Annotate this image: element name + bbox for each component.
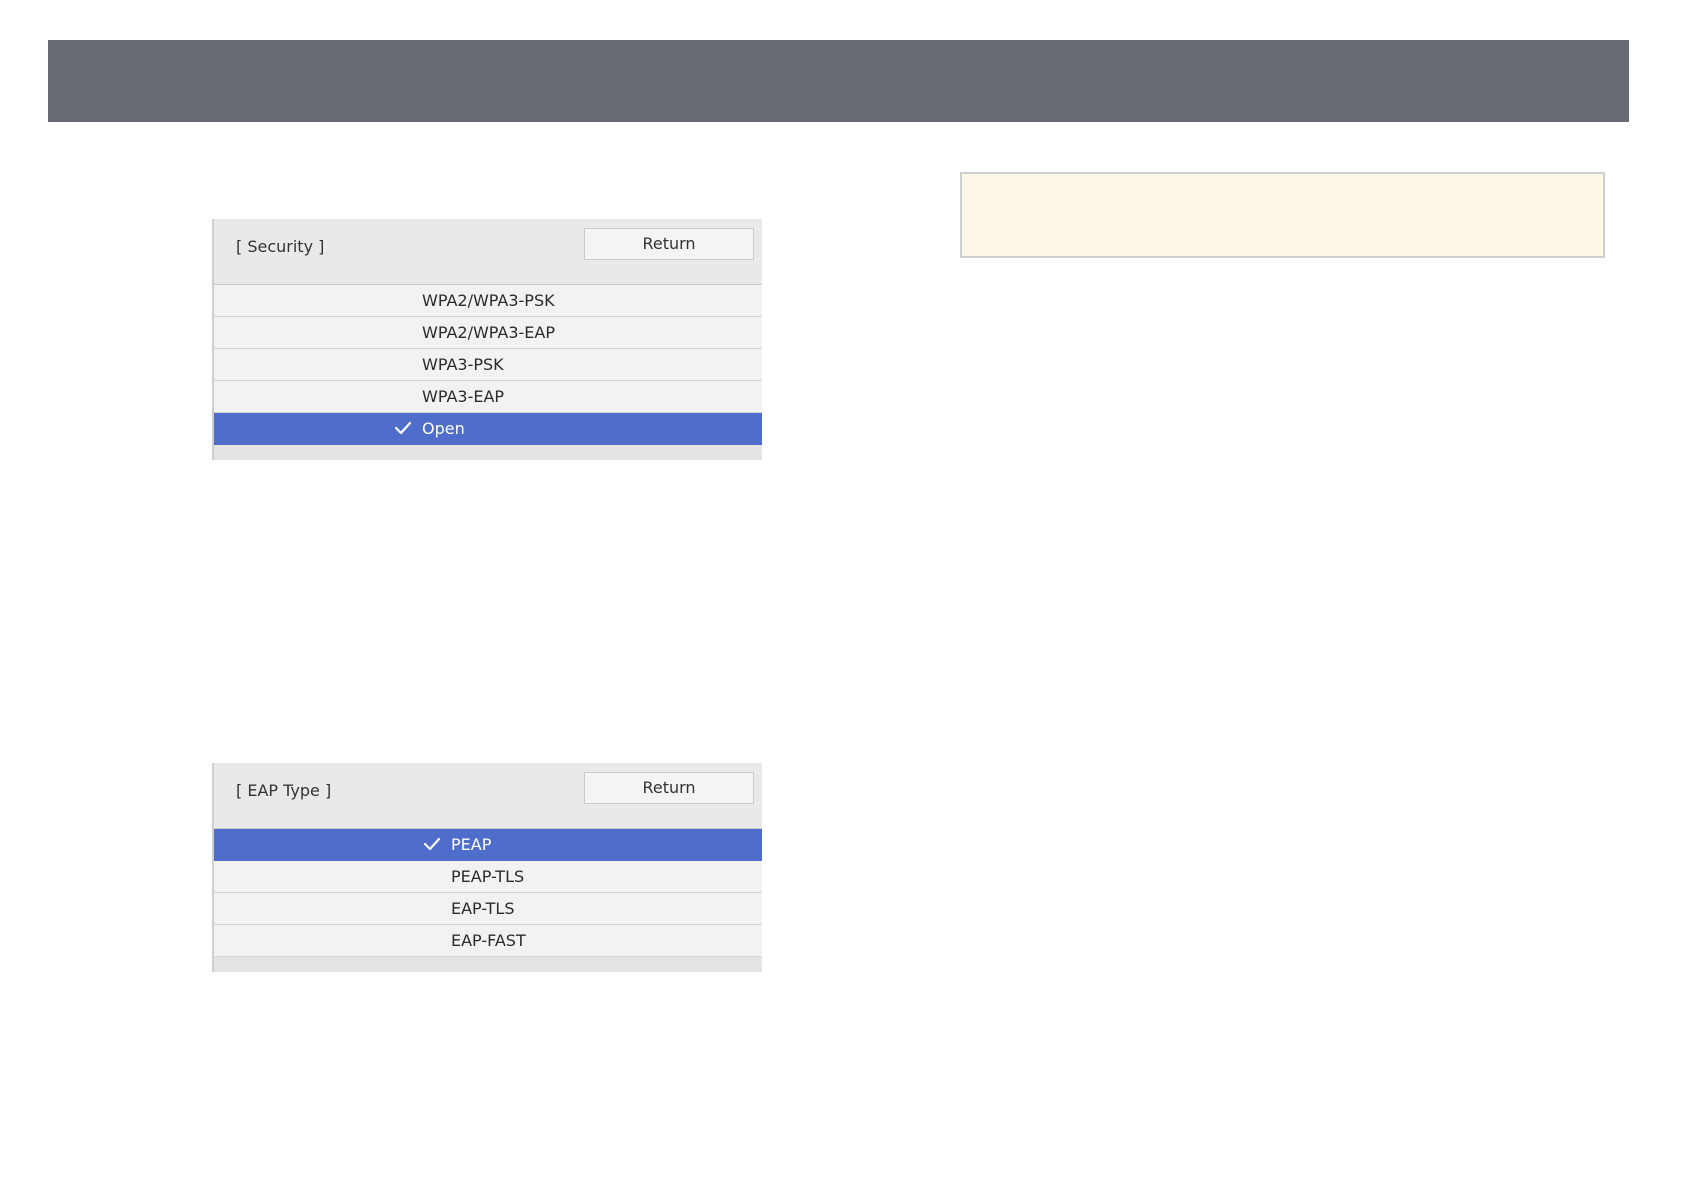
security-menu-panel: [ Security ] Return WPA2/WPA3-PSK WPA2/W… <box>212 219 762 460</box>
security-menu-title: [ Security ] <box>236 237 325 256</box>
eap-type-option-peap-tls[interactable]: PEAP-TLS <box>214 861 762 893</box>
manual-page: [ Security ] Return WPA2/WPA3-PSK WPA2/W… <box>0 0 1684 1190</box>
eap-type-menu-header: [ EAP Type ] Return <box>214 763 762 829</box>
eap-type-option-label: PEAP <box>451 835 492 854</box>
security-option-label: WPA2/WPA3-EAP <box>422 323 556 342</box>
checkmark-icon <box>423 837 441 851</box>
page-header-bar <box>48 40 1629 122</box>
note-box <box>960 172 1605 258</box>
eap-type-return-button[interactable]: Return <box>584 772 754 804</box>
eap-type-option-list: PEAP PEAP-TLS EAP-TLS EAP-FAST <box>214 829 762 957</box>
security-option-label: Open <box>422 419 465 438</box>
security-menu-footer <box>214 445 762 460</box>
checkmark-icon <box>394 421 412 435</box>
security-option-open[interactable]: Open <box>214 413 762 445</box>
security-option-wpa2-wpa3-psk[interactable]: WPA2/WPA3-PSK <box>214 285 762 317</box>
security-menu-header: [ Security ] Return <box>214 219 762 285</box>
security-option-wpa3-eap[interactable]: WPA3-EAP <box>214 381 762 413</box>
eap-type-option-peap[interactable]: PEAP <box>214 829 762 861</box>
eap-type-menu-footer <box>214 957 762 972</box>
security-return-button[interactable]: Return <box>584 228 754 260</box>
security-option-label: WPA3-PSK <box>422 355 504 374</box>
security-option-label: WPA3-EAP <box>422 387 505 406</box>
security-option-list: WPA2/WPA3-PSK WPA2/WPA3-EAP WPA3-PSK WPA… <box>214 285 762 445</box>
eap-type-option-label: EAP-TLS <box>451 899 515 918</box>
eap-type-menu-panel: [ EAP Type ] Return PEAP PEAP-TLS EAP-TL… <box>212 763 762 972</box>
eap-type-option-eap-fast[interactable]: EAP-FAST <box>214 925 762 957</box>
eap-type-menu-title: [ EAP Type ] <box>236 781 332 800</box>
security-option-wpa2-wpa3-eap[interactable]: WPA2/WPA3-EAP <box>214 317 762 349</box>
eap-type-option-label: PEAP-TLS <box>451 867 525 886</box>
eap-type-option-label: EAP-FAST <box>451 931 526 950</box>
security-option-label: WPA2/WPA3-PSK <box>422 291 555 310</box>
eap-type-option-eap-tls[interactable]: EAP-TLS <box>214 893 762 925</box>
security-option-wpa3-psk[interactable]: WPA3-PSK <box>214 349 762 381</box>
